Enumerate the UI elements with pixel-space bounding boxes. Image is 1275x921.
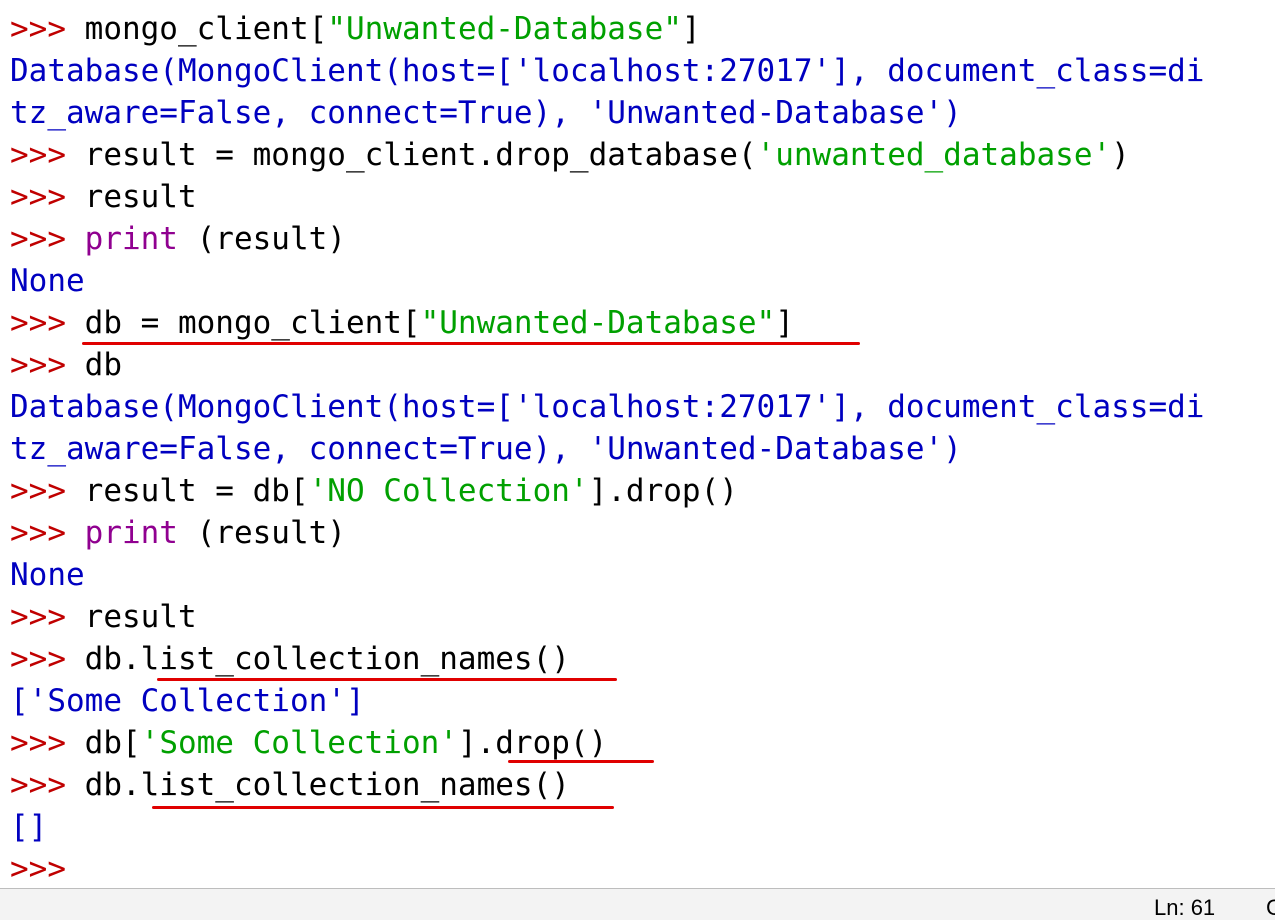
- shell-input-line: >>> result = mongo_client.drop_database(…: [10, 134, 1130, 176]
- shell-token: 'Some Collection': [140, 725, 458, 761]
- shell-input-line: >>>: [10, 848, 85, 888]
- shell-token: "Unwanted-Database": [420, 305, 776, 341]
- shell-prompt: >>>: [10, 515, 85, 551]
- shell-output-line: ['Some Collection']: [10, 680, 365, 722]
- shell-token: 'NO Collection': [308, 473, 589, 509]
- shell-token: ].drop(): [588, 473, 738, 509]
- shell-prompt: >>>: [10, 305, 85, 341]
- shell-output-line: tz_aware=False, connect=True), 'Unwanted…: [10, 428, 962, 470]
- shell-input-line: >>> result = db['NO Collection'].drop(): [10, 470, 738, 512]
- shell-prompt: >>>: [10, 599, 85, 635]
- status-column-number: C: [1266, 895, 1275, 920]
- shell-output-line: Database(MongoClient(host=['localhost:27…: [10, 50, 1204, 92]
- shell-token: db.list_collection_names(): [84, 641, 570, 677]
- shell-token: result: [84, 599, 197, 635]
- shell-prompt: >>>: [10, 221, 85, 257]
- shell-token: db: [84, 347, 122, 383]
- shell-prompt: >>>: [10, 11, 85, 47]
- shell-token: print: [84, 515, 178, 551]
- shell-token: 'unwanted_database': [756, 137, 1112, 173]
- shell-token: "Unwanted-Database": [327, 11, 682, 47]
- shell-input-line: >>> result: [10, 596, 197, 638]
- shell-token: None: [10, 263, 85, 299]
- shell-prompt: >>>: [10, 641, 85, 677]
- shell-prompt: >>>: [10, 137, 85, 173]
- shell-prompt: >>>: [10, 473, 85, 509]
- shell-token: db = mongo_client[: [84, 305, 421, 341]
- highlight-underline-list-collection-names-1: [157, 678, 617, 681]
- shell-token: Database(MongoClient(host=['localhost:27…: [10, 389, 1205, 425]
- shell-token: Database(MongoClient(host=['localhost:27…: [10, 53, 1205, 89]
- highlight-underline-drop-call: [508, 760, 654, 763]
- shell-token: (result): [177, 515, 346, 551]
- shell-output-line: None: [10, 260, 85, 302]
- shell-token: mongo_client[: [84, 11, 328, 47]
- shell-token: print: [84, 221, 178, 257]
- shell-prompt: >>>: [10, 767, 85, 803]
- shell-prompt: >>>: [10, 179, 85, 215]
- shell-token: (result): [177, 221, 346, 257]
- python-shell-output[interactable]: >>> mongo_client["Unwanted-Database"] Dat…: [0, 0, 1275, 888]
- shell-token: []: [10, 809, 48, 845]
- highlight-underline-list-collection-names-2: [152, 806, 614, 809]
- shell-token: tz_aware=False, connect=True), 'Unwanted…: [10, 431, 962, 467]
- shell-token: result = mongo_client.drop_database(: [84, 137, 757, 173]
- shell-prompt: >>>: [10, 347, 85, 383]
- status-line-number: Ln: 61: [1154, 895, 1216, 920]
- shell-output-line: None: [10, 554, 85, 596]
- highlight-underline-db-assignment: [82, 342, 860, 345]
- shell-input-line: >>> print (result): [10, 512, 346, 554]
- status-bar: Ln: 61 C: [0, 888, 1275, 920]
- shell-token: ): [1111, 137, 1130, 173]
- shell-prompt: >>>: [10, 725, 85, 761]
- shell-token: ['Some Collection']: [10, 683, 365, 719]
- shell-token: ]: [681, 11, 701, 47]
- shell-input-line: >>> mongo_client["Unwanted-Database"]: [10, 8, 701, 50]
- shell-output-line: []: [10, 806, 47, 848]
- shell-token: None: [10, 557, 85, 593]
- shell-input-line: >>> db.list_collection_names(): [10, 764, 570, 806]
- shell-token: ].drop(): [457, 725, 608, 761]
- shell-prompt: >>>: [10, 851, 85, 887]
- shell-token: db.list_collection_names(): [84, 767, 570, 803]
- shell-output-line: tz_aware=False, connect=True), 'Unwanted…: [10, 92, 962, 134]
- shell-token: result: [84, 179, 197, 215]
- shell-token: db[: [84, 725, 141, 761]
- shell-token: ]: [775, 305, 794, 341]
- shell-input-line: >>> db: [10, 344, 122, 386]
- shell-output-line: Database(MongoClient(host=['localhost:27…: [10, 386, 1204, 428]
- shell-input-line: >>> result: [10, 176, 197, 218]
- shell-input-line: >>> db = mongo_client["Unwanted-Database…: [10, 302, 794, 344]
- shell-input-line: >>> print (result): [10, 218, 346, 260]
- shell-input-line: >>> db['Some Collection'].drop(): [10, 722, 607, 764]
- shell-token: tz_aware=False, connect=True), 'Unwanted…: [10, 95, 962, 131]
- shell-token: result = db[: [84, 473, 309, 509]
- shell-input-line: >>> db.list_collection_names(): [10, 638, 570, 680]
